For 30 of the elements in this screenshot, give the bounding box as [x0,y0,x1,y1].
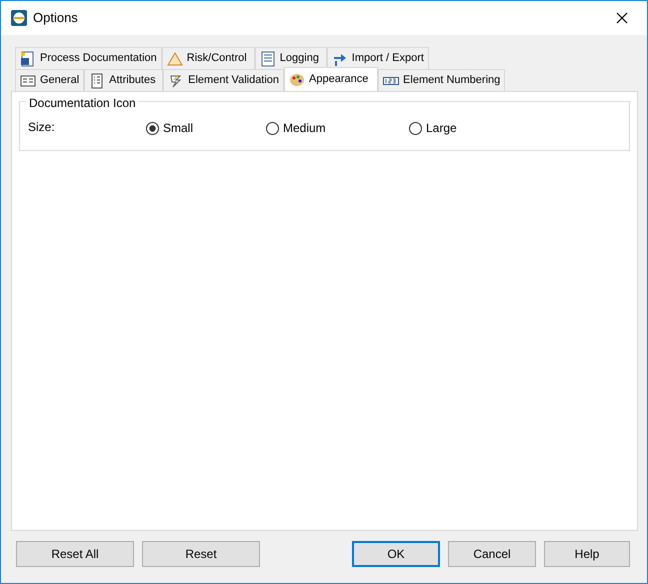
radio-option[interactable]: Medium [266,119,326,137]
tab[interactable]: Import / Export [326,47,429,69]
dialog-button[interactable]: Help [544,541,630,567]
dialog-button[interactable]: Reset All [16,541,134,567]
tab[interactable]: Logging [254,47,327,69]
doc-icon [20,50,36,66]
window-title: Options [33,9,79,28]
tab[interactable]: Risk/Control [162,47,255,69]
dialog-button[interactable]: Cancel [448,541,536,567]
app-icon [11,10,27,26]
radio-button[interactable] [146,122,159,134]
tab[interactable]: Element Validation [163,69,284,91]
palette-icon [289,72,306,88]
tab[interactable]: Element Numbering [378,69,506,91]
tab[interactable]: General [15,69,84,91]
close-icon [616,12,628,24]
list-icon [89,72,106,88]
radio-button[interactable] [266,122,279,134]
list-icon [260,50,276,66]
dialog-button[interactable]: OK [352,541,440,567]
tab[interactable]: Appearance [284,67,378,91]
warning-icon [166,50,183,66]
radio-button[interactable] [409,122,422,134]
radio-option[interactable]: Large [409,119,457,137]
dialog-button[interactable]: Reset [142,541,260,567]
tab[interactable]: Attributes [84,69,164,91]
radio-option[interactable]: Small [146,119,194,137]
tab[interactable]: Process Documentation [15,47,162,69]
size-label: Size: [28,119,55,136]
form-icon [20,72,36,88]
